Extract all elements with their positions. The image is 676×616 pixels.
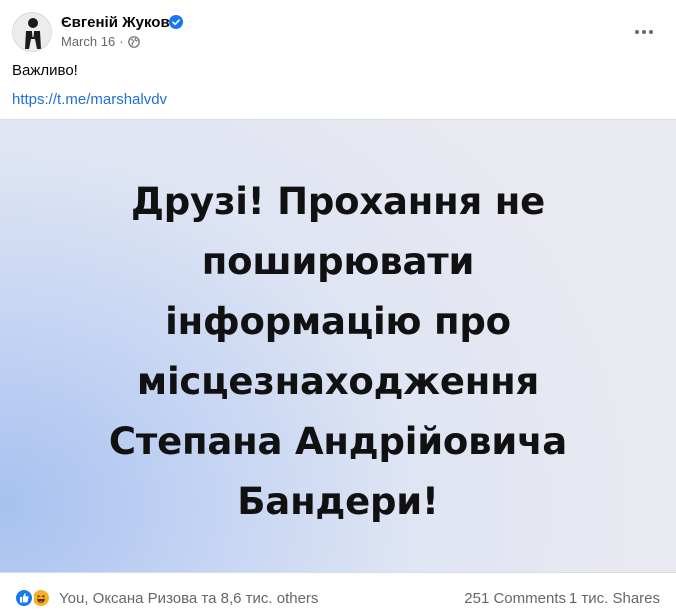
comments-count[interactable]: 251 Comments — [464, 590, 566, 607]
verified-badge-icon — [169, 15, 183, 29]
post-meta: March 16 · — [61, 34, 140, 49]
image-line: інформацію про — [165, 300, 511, 343]
facebook-post: Євгеній Жуков March 16 · Важливо! https:… — [0, 0, 676, 616]
more-dots-icon — [635, 30, 639, 34]
image-line: поширювати — [201, 240, 475, 283]
reaction-icons[interactable] — [14, 588, 54, 608]
post-header: Євгеній Жуков March 16 · — [12, 12, 664, 52]
image-caption: Друзі! Прохання не поширювати інформацію… — [0, 172, 676, 532]
post-footer: You, Оксана Ризова та 8,6 тис. others 25… — [12, 586, 664, 610]
more-options-button[interactable] — [632, 20, 656, 44]
meta-separator: · — [119, 34, 124, 49]
haha-reaction-icon — [31, 588, 51, 608]
image-line: Бандери! — [237, 480, 439, 523]
image-line: Друзі! Прохання не — [130, 180, 546, 223]
like-reaction-icon — [14, 588, 34, 608]
person-icon — [13, 13, 51, 51]
post-link[interactable]: https://t.me/marshalvdv — [12, 91, 167, 108]
globe-icon[interactable] — [127, 35, 140, 48]
post-text: Важливо! — [12, 62, 78, 79]
author-name[interactable]: Євгеній Жуков — [61, 14, 170, 31]
reactions-summary[interactable]: You, Оксана Ризова та 8,6 тис. others — [59, 590, 318, 607]
post-date[interactable]: March 16 — [61, 34, 115, 49]
image-line: Степана Андрійовича — [108, 420, 568, 463]
post-image[interactable]: Друзі! Прохання не поширювати інформацію… — [0, 119, 676, 573]
image-line: місцезнаходження — [136, 360, 540, 403]
shares-count[interactable]: 1 тис. Shares — [569, 590, 660, 607]
author-avatar[interactable] — [12, 12, 52, 52]
